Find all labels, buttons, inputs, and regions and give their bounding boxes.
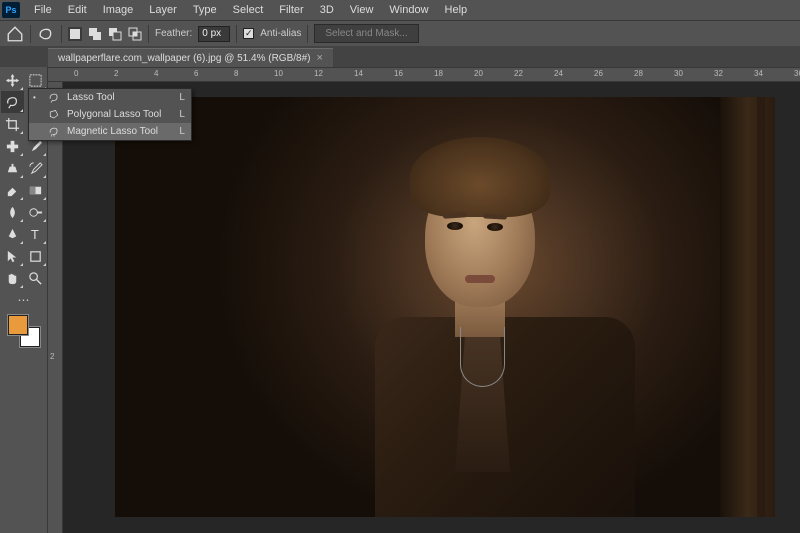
ps-logo-icon: Ps [2,2,20,18]
flyout-label: Lasso Tool [67,92,161,103]
shape-tool[interactable] [24,245,47,267]
move-tool[interactable] [1,69,24,91]
ruler-tick-label: 8 [234,69,238,78]
eraser-tool[interactable] [1,179,24,201]
menu-layer[interactable]: Layer [141,2,185,18]
flyout-item-polygonal-lasso[interactable]: Polygonal Lasso Tool L [29,106,191,123]
ruler-tick-label: 22 [514,69,523,78]
ruler-tick-label: 12 [314,69,323,78]
feather-input[interactable] [198,26,230,42]
antialias-checkbox[interactable]: ✓ [243,28,254,39]
ruler-tick-label: 2 [114,69,118,78]
lasso-tool-flyout: • Lasso Tool L Polygonal Lasso Tool L Ma… [28,88,192,141]
selection-add-icon[interactable] [88,27,102,41]
ruler-vertical[interactable]: 0 2 [48,82,63,533]
document-tab-bar: wallpaperflare.com_wallpaper (6).jpg @ 5… [0,46,800,67]
magnetic-lasso-icon [47,126,61,138]
image-figure [355,127,655,517]
ruler-tick-label: 0 [74,69,78,78]
ruler-tick-label: 16 [394,69,403,78]
clone-stamp-tool[interactable] [1,157,24,179]
ruler-tick-label: 34 [754,69,763,78]
document-tab[interactable]: wallpaperflare.com_wallpaper (6).jpg @ 5… [48,48,333,67]
ruler-tick-label: 10 [274,69,283,78]
gradient-tool[interactable] [24,179,47,201]
polygonal-lasso-icon [47,109,61,121]
flyout-item-magnetic-lasso[interactable]: Magnetic Lasso Tool L [29,123,191,140]
ruler-tick-label: 28 [634,69,643,78]
flyout-label: Polygonal Lasso Tool [67,109,161,120]
healing-tool[interactable] [1,135,24,157]
ruler-tick-label: 20 [474,69,483,78]
zoom-tool[interactable] [24,267,47,289]
edit-toolbar-icon[interactable]: ⋯ [1,289,47,311]
ruler-tick-label: 24 [554,69,563,78]
menu-select[interactable]: Select [225,2,272,18]
feather-label: Feather: [155,28,192,39]
ruler-tick-label: 4 [154,69,158,78]
color-swatches[interactable] [8,315,40,347]
foreground-color-swatch[interactable] [8,315,28,335]
lasso-icon [47,92,61,104]
ruler-tick-label: 36 [794,69,800,78]
ruler-tick-label: 14 [354,69,363,78]
menu-help[interactable]: Help [437,2,476,18]
ruler-tick-label: 30 [674,69,683,78]
lasso-tool[interactable] [1,91,24,113]
blur-tool[interactable] [1,201,24,223]
menu-file[interactable]: File [26,2,60,18]
pen-tool[interactable] [1,223,24,245]
selection-intersect-icon[interactable] [128,27,142,41]
selection-subtract-icon[interactable] [108,27,122,41]
ruler-tick-label: 6 [194,69,198,78]
ruler-tick-label: 18 [434,69,443,78]
close-tab-icon[interactable]: × [317,52,323,64]
hand-tool[interactable] [1,267,24,289]
ruler-tick-label: 26 [594,69,603,78]
image-window-frame [720,97,775,517]
ruler-horizontal[interactable]: 0 2 4 6 8 10 12 14 16 18 20 22 24 26 28 … [48,67,800,82]
menu-3d[interactable]: 3D [312,2,342,18]
menu-filter[interactable]: Filter [271,2,311,18]
select-and-mask-button[interactable]: Select and Mask... [314,24,418,43]
canvas-area[interactable] [63,82,800,533]
antialias-label: Anti-alias [260,28,301,39]
menu-image[interactable]: Image [95,2,142,18]
menu-edit[interactable]: Edit [60,2,95,18]
menu-type[interactable]: Type [185,2,225,18]
history-brush-tool[interactable] [24,157,47,179]
flyout-item-lasso[interactable]: • Lasso Tool L [29,89,191,106]
ruler-tick-label: 2 [50,352,54,361]
ruler-tick-label: 32 [714,69,723,78]
flyout-shortcut: L [179,126,185,137]
flyout-active-dot-icon: • [33,93,41,102]
current-tool-icon[interactable] [37,25,55,43]
svg-text:T: T [30,227,38,242]
selection-new-icon[interactable] [68,27,82,41]
flyout-shortcut: L [179,92,185,103]
dodge-tool[interactable] [24,201,47,223]
type-tool[interactable]: T [24,223,47,245]
flyout-label: Magnetic Lasso Tool [67,126,161,137]
path-select-tool[interactable] [1,245,24,267]
menu-view[interactable]: View [342,2,382,18]
canvas-image[interactable] [115,97,775,517]
menu-bar: Ps File Edit Image Layer Type Select Fil… [0,0,800,20]
document-tab-title: wallpaperflare.com_wallpaper (6).jpg @ 5… [58,53,311,64]
home-icon[interactable] [6,25,24,43]
options-bar: Feather: ✓ Anti-alias Select and Mask... [0,20,800,46]
flyout-shortcut: L [179,109,185,120]
menu-window[interactable]: Window [381,2,436,18]
crop-tool[interactable] [1,113,24,135]
